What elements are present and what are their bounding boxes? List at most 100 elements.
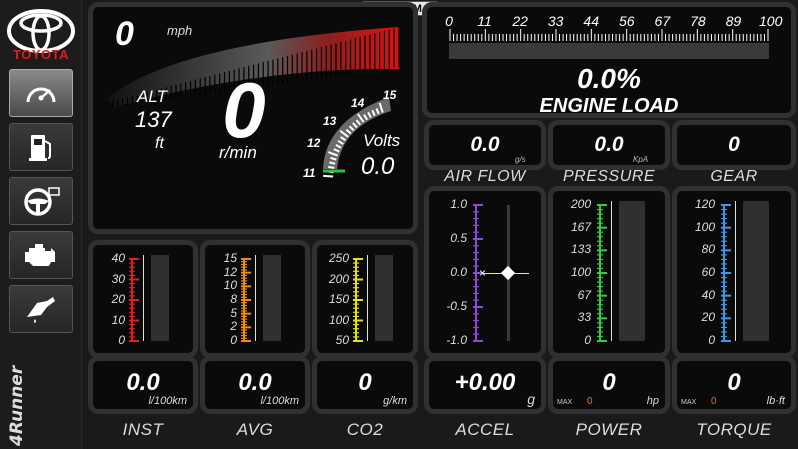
steering-wheel-icon bbox=[24, 187, 60, 216]
torque-max-value: 0 bbox=[711, 396, 717, 407]
pressure-unit: KpA bbox=[633, 155, 649, 164]
air-flow-panel: 0.0 g/s bbox=[424, 120, 546, 170]
fuel-pump-icon bbox=[29, 135, 51, 161]
engine-load-panel: 0 11 22 33 44 56 67 78 89 100 0.0% ENGINE LOAD bbox=[422, 2, 796, 118]
co2-bar-track bbox=[375, 255, 393, 341]
inst-label: INST bbox=[122, 420, 164, 439]
torque-value-panel: 0 lb·ft MAX 0 bbox=[672, 356, 796, 414]
gear-label: GEAR bbox=[710, 168, 758, 185]
speedometer-icon bbox=[26, 87, 56, 103]
svg-text:13: 13 bbox=[323, 114, 337, 128]
engine-load-value: 0.0% bbox=[577, 63, 641, 94]
svg-text:14: 14 bbox=[351, 96, 365, 110]
speed-unit: mph bbox=[167, 23, 193, 38]
engine-load-tick-label: 0 bbox=[445, 13, 453, 29]
engine-load-tick-label: 44 bbox=[583, 13, 599, 29]
torque-unit: lb·ft bbox=[766, 395, 785, 407]
torque-bar-track bbox=[743, 201, 769, 341]
inst-value: 0.0 bbox=[126, 369, 160, 396]
power-max-label: MAX bbox=[557, 399, 573, 406]
air-flow-label: AIR FLOW bbox=[444, 168, 526, 185]
power-unit: hp bbox=[646, 395, 659, 407]
sidebar-item-driving[interactable] bbox=[9, 177, 73, 225]
co2-needle bbox=[367, 255, 368, 341]
accel-unit: g bbox=[527, 391, 535, 407]
check-engine-icon bbox=[25, 244, 55, 266]
gear-value: 0 bbox=[728, 133, 740, 156]
sidebar-item-refuel[interactable] bbox=[9, 285, 73, 333]
gear-panel: 0 bbox=[672, 120, 796, 170]
power-label: POWER bbox=[575, 420, 643, 439]
avg-value: 0.0 bbox=[238, 369, 272, 396]
power-value: 0 bbox=[602, 369, 616, 396]
avg-needle bbox=[255, 255, 256, 341]
svg-text:15: 15 bbox=[383, 88, 397, 102]
power-tick-strip bbox=[597, 204, 607, 342]
accel-value: +0.00 bbox=[454, 369, 516, 396]
inst-unit: l/100km bbox=[148, 395, 187, 407]
svg-text:11: 11 bbox=[303, 166, 316, 180]
rpm-value: 0 bbox=[222, 66, 266, 154]
altitude-unit: ft bbox=[155, 135, 164, 152]
model-logo: 4Runner bbox=[7, 364, 27, 447]
engine-load-label: ENGINE LOAD bbox=[539, 95, 679, 117]
rpm-unit: r/min bbox=[219, 143, 257, 162]
engine-load-tick-label: 67 bbox=[654, 13, 671, 29]
torque-tick-strip bbox=[721, 204, 731, 342]
engine-load-tick-label: 22 bbox=[512, 13, 528, 29]
torque-needle bbox=[735, 201, 736, 341]
volts-value: 0.0 bbox=[361, 153, 395, 180]
accel-marker-icon: × bbox=[479, 266, 487, 280]
avg-label: AVG bbox=[236, 420, 274, 439]
co2-tick-strip bbox=[353, 258, 363, 342]
fuel-nozzle-icon bbox=[27, 297, 55, 323]
air-flow-value: 0.0 bbox=[470, 133, 500, 156]
engine-load-tick-label: 56 bbox=[618, 13, 635, 29]
volts-label: Volts bbox=[363, 131, 401, 150]
avg-bar-track bbox=[263, 255, 281, 341]
sidebar-item-fuel[interactable] bbox=[9, 123, 73, 171]
co2-value-panel: 0 g/km bbox=[312, 356, 418, 414]
co2-scale-panel: 250 200 150 100 50 bbox=[312, 240, 418, 358]
engine-load-tick-label: 89 bbox=[725, 13, 742, 29]
pressure-panel: 0.0 KpA bbox=[548, 120, 670, 170]
avg-scale-panel: 15 12 10 8 5 2 0 bbox=[200, 240, 310, 358]
inst-bar-track bbox=[151, 255, 169, 341]
co2-unit: g/km bbox=[383, 395, 407, 407]
inst-needle bbox=[143, 255, 144, 341]
torque-max-label: MAX bbox=[681, 399, 697, 406]
engine-load-tick-labels: 0 11 22 33 44 56 67 78 89 100 bbox=[445, 13, 782, 29]
co2-label: CO2 bbox=[346, 420, 384, 439]
avg-unit: l/100km bbox=[260, 395, 299, 407]
sidebar-item-dashboard[interactable] bbox=[9, 69, 73, 117]
air-flow-unit: g/s bbox=[515, 155, 526, 164]
inst-value-panel: 0.0 l/100km bbox=[88, 356, 198, 414]
power-value-panel: 0 hp MAX 0 bbox=[548, 356, 670, 414]
pressure-value: 0.0 bbox=[594, 133, 624, 156]
main-gauge-panel: 0 mph ALT 137 ft 0 r/min 11 12 13 14 15 … bbox=[88, 2, 418, 234]
power-max-value: 0 bbox=[587, 396, 593, 407]
pressure-label: PRESSURE bbox=[562, 168, 656, 185]
engine-load-tick-label: 11 bbox=[477, 13, 492, 29]
engine-load-tick-label: 78 bbox=[690, 13, 706, 29]
sidebar-item-diagnostics[interactable] bbox=[9, 231, 73, 279]
engine-load-scale bbox=[449, 29, 769, 41]
engine-load-bar bbox=[449, 43, 769, 59]
accel-value-panel: +0.00 g bbox=[424, 356, 546, 414]
torque-label: TORQUE bbox=[696, 420, 772, 439]
svg-text:4Runner: 4Runner bbox=[7, 364, 27, 447]
power-scale-panel: 200 167 133 100 67 33 0 bbox=[548, 186, 670, 358]
speed-value: 0 bbox=[115, 15, 134, 53]
inst-scale-panel: 40 30 20 10 0 bbox=[88, 240, 198, 358]
altitude-value: 137 bbox=[135, 107, 172, 132]
power-needle bbox=[611, 201, 612, 341]
svg-text:12: 12 bbox=[307, 136, 321, 150]
avg-value-panel: 0.0 l/100km bbox=[200, 356, 310, 414]
co2-value: 0 bbox=[358, 369, 372, 396]
engine-load-tick-label: 33 bbox=[547, 13, 564, 29]
accel-scale-panel: 1.0 0.5 0.0 -0.5 -1.0 × bbox=[424, 186, 546, 358]
power-bar-track bbox=[619, 201, 645, 341]
accel-label: ACCEL bbox=[455, 420, 515, 439]
torque-scale-panel: 120 100 80 60 40 20 0 bbox=[672, 186, 796, 358]
torque-value: 0 bbox=[727, 369, 741, 396]
